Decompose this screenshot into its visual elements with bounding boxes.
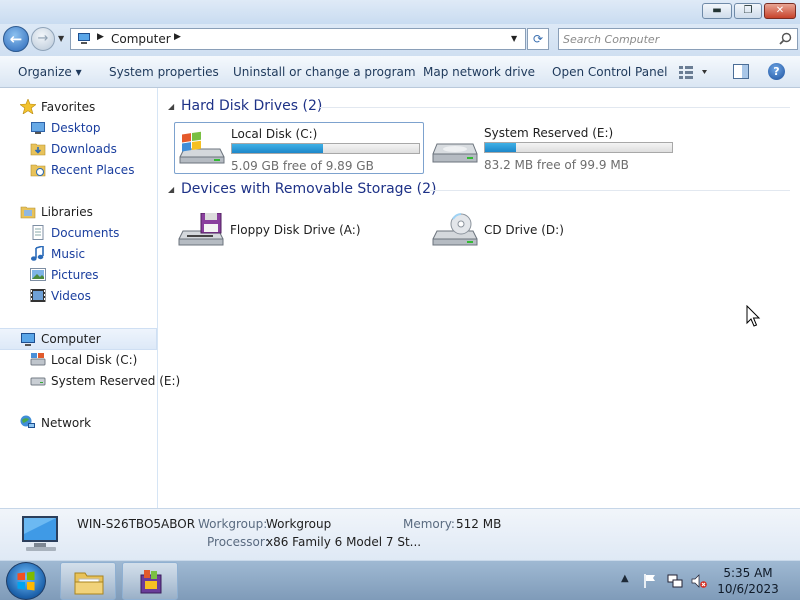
drive-local-disk-c[interactable]: Local Disk (C:) 5.09 GB free of 9.89 GB: [174, 122, 424, 174]
help-icon[interactable]: ?: [768, 63, 785, 80]
processor-value: x86 Family 6 Model 7 St...: [266, 535, 422, 549]
navigation-pane: Favorites Desktop Downloads Recent Place…: [0, 88, 180, 508]
computer-icon: [21, 333, 35, 346]
search-icon[interactable]: [779, 32, 792, 45]
drive-usage-bar: [231, 143, 420, 154]
back-button[interactable]: ←: [3, 26, 29, 52]
workgroup-value: Workgroup: [266, 517, 332, 531]
open-control-panel-button[interactable]: Open Control Panel: [552, 65, 667, 79]
drive-name: Local Disk (C:): [231, 127, 318, 141]
preview-pane-icon[interactable]: [733, 64, 749, 79]
breadcrumb-computer[interactable]: Computer: [111, 32, 171, 46]
minimize-button[interactable]: ▬: [702, 3, 732, 19]
network-tray-icon[interactable]: [667, 573, 683, 589]
drive-system-reserved-e[interactable]: System Reserved (E:) 83.2 MB free of 99.…: [428, 122, 678, 174]
clock-date: 10/6/2023: [717, 582, 779, 596]
group-divider: [320, 107, 790, 108]
computer-icon: [78, 33, 90, 44]
nav-computer[interactable]: Computer: [0, 328, 157, 350]
search-box[interactable]: [558, 28, 798, 50]
address-history-dropdown-icon[interactable]: ▼: [511, 34, 517, 43]
hard-drive-icon: [432, 143, 478, 163]
computer-icon: [22, 516, 58, 551]
recent-places-icon: [30, 164, 46, 177]
pictures-icon: [30, 268, 46, 281]
mouse-cursor-icon: [746, 305, 761, 327]
workgroup-label: Workgroup:: [198, 517, 268, 531]
drive-cd-d[interactable]: CD Drive (D:): [428, 205, 678, 257]
computer-name: WIN-S26TBO5ABOR: [77, 517, 196, 531]
close-button[interactable]: ✕: [764, 3, 796, 19]
content-area: ◢ Hard Disk Drives (2) Local Disk (C:) 5…: [160, 88, 800, 508]
desktop-icon: [31, 122, 45, 134]
group-divider: [430, 190, 790, 191]
command-bar: Organize ▾ System properties Uninstall o…: [0, 56, 800, 88]
collapse-triangle-icon[interactable]: ◢: [168, 102, 174, 111]
refresh-button[interactable]: ⟳: [527, 28, 549, 50]
drive-usage-bar: [484, 142, 673, 153]
taskbar-explorer-button[interactable]: [60, 562, 116, 600]
breadcrumb-chevron-icon[interactable]: ▶: [174, 32, 181, 42]
uninstall-program-button[interactable]: Uninstall or change a program: [233, 65, 416, 79]
memory-value: 512 MB: [456, 517, 502, 531]
forward-button[interactable]: →: [31, 27, 55, 51]
network-icon: [20, 415, 35, 428]
maximize-button[interactable]: ❐: [734, 3, 762, 19]
address-bar-row: ← → ▼ ▶ Computer ▶ ▼ ⟳: [0, 24, 800, 56]
floppy-drive-icon: [178, 213, 224, 246]
action-center-flag-icon[interactable]: [642, 573, 658, 589]
local-disk-drive-icon: [179, 131, 225, 164]
installer-package-icon: [140, 570, 162, 594]
clock-time: 5:35 AM: [723, 566, 773, 580]
recent-pages-dropdown-icon[interactable]: ▼: [58, 34, 64, 43]
taskbar: ▲ 5:35 AM 10/6/2023: [0, 560, 800, 600]
videos-icon: [30, 289, 46, 302]
processor-label: Processor:: [207, 535, 269, 549]
explorer-folder-icon: [74, 572, 104, 595]
details-pane: WIN-S26TBO5ABOR Workgroup: Workgroup Mem…: [0, 508, 800, 560]
drive-usage-fill: [485, 143, 517, 152]
search-input[interactable]: [563, 31, 768, 47]
map-network-drive-button[interactable]: Map network drive: [423, 65, 535, 79]
drive-free-space: 83.2 MB free of 99.9 MB: [484, 158, 629, 172]
downloads-folder-icon: [30, 143, 46, 156]
title-bar: ▬ ❐ ✕: [0, 0, 800, 24]
local-disk-icon: [30, 353, 46, 366]
system-properties-button[interactable]: System properties: [109, 65, 219, 79]
libraries-icon: [20, 206, 36, 219]
clock[interactable]: 5:35 AM 10/6/2023: [712, 565, 784, 597]
breadcrumb-separator-icon[interactable]: ▶: [97, 32, 104, 42]
organize-button[interactable]: Organize ▾: [18, 65, 82, 79]
cd-drive-icon: [432, 213, 478, 246]
drive-free-space: 5.09 GB free of 9.89 GB: [231, 159, 374, 173]
music-icon: [31, 246, 44, 261]
documents-icon: [32, 225, 44, 240]
taskbar-installer-button[interactable]: [122, 562, 178, 600]
windows-logo-icon: [17, 571, 35, 591]
drive-name: System Reserved (E:): [484, 126, 614, 140]
memory-label: Memory:: [403, 517, 455, 531]
drive-name: CD Drive (D:): [484, 223, 564, 237]
show-hidden-icons-icon[interactable]: ▲: [621, 573, 629, 584]
star-icon: [20, 99, 36, 114]
drive-floppy-a[interactable]: Floppy Disk Drive (A:): [174, 205, 424, 257]
start-button[interactable]: [6, 562, 46, 600]
drive-name: Floppy Disk Drive (A:): [230, 223, 361, 237]
volume-muted-icon[interactable]: [691, 573, 707, 589]
hard-drive-icon: [30, 377, 46, 386]
drive-usage-fill: [232, 144, 323, 153]
address-box[interactable]: ▶ Computer ▶ ▼: [70, 28, 526, 50]
collapse-triangle-icon[interactable]: ◢: [168, 185, 174, 194]
change-view-icon[interactable]: [678, 64, 708, 80]
